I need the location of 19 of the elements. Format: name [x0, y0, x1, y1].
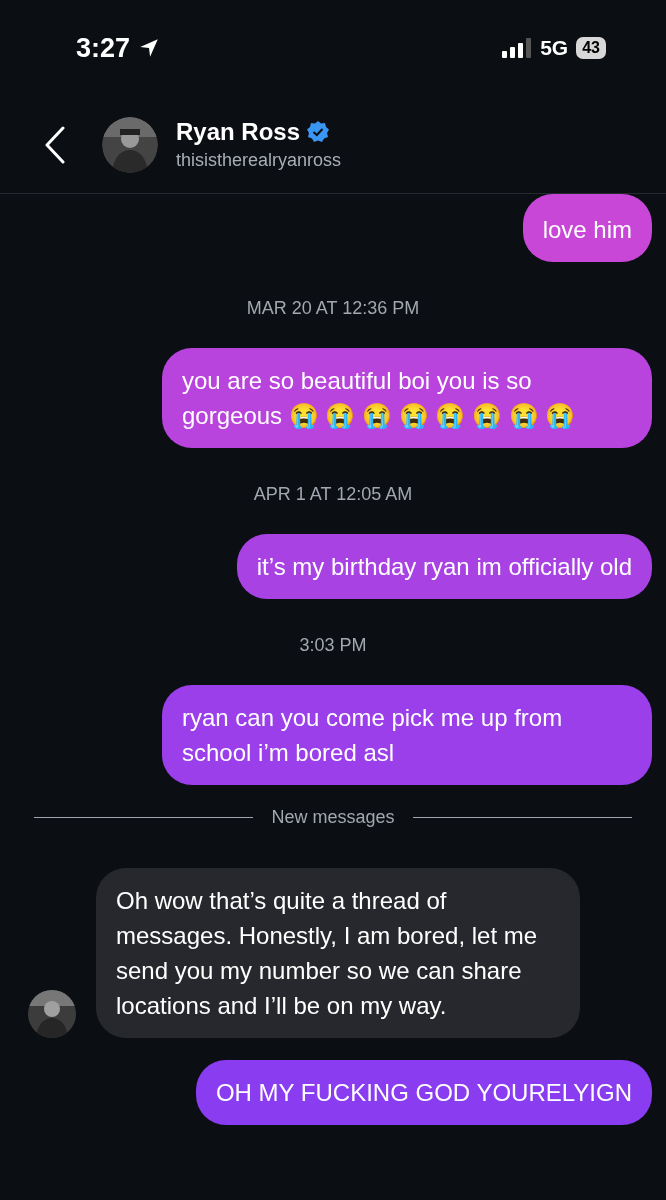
back-icon[interactable]: [44, 125, 66, 164]
sent-message: you are so beautiful boi you is so gorgeous 😭 😭 😭 😭 😭 😭 😭 😭: [162, 348, 652, 448]
verified-badge-icon: [306, 120, 331, 144]
message-timestamp: 3:03 PM: [299, 635, 367, 655]
sent-message: ryan can you come pick me up from school i’m bored asl: [162, 685, 652, 785]
contact-name[interactable]: Ryan Ross: [176, 118, 301, 146]
message-timestamp: APR 1 AT 12:05 AM: [253, 484, 413, 504]
location-arrow-icon: [138, 37, 161, 59]
status-time: 3:27: [76, 32, 131, 64]
sent-message: it’s my birthday ryan im officially old: [236, 534, 652, 599]
signal-icon: [502, 38, 533, 58]
new-messages-label: New messages: [271, 807, 395, 828]
sent-message: love him: [522, 194, 652, 262]
received-message: Oh wow that’s quite a thread of messages. Honestly, I am bored, let me send you my number so we can share locations and I’ll be on my way.: [96, 868, 580, 1038]
sent-message: OH MY FUCKING GOD YOURELYIGN: [195, 1060, 652, 1125]
battery-indicator: 43: [576, 37, 606, 59]
message-timestamp: MAR 20 AT 12:36 PM: [246, 298, 420, 318]
network-label: 5G: [540, 36, 569, 60]
contact-username: thisistherealryanross: [176, 150, 342, 171]
